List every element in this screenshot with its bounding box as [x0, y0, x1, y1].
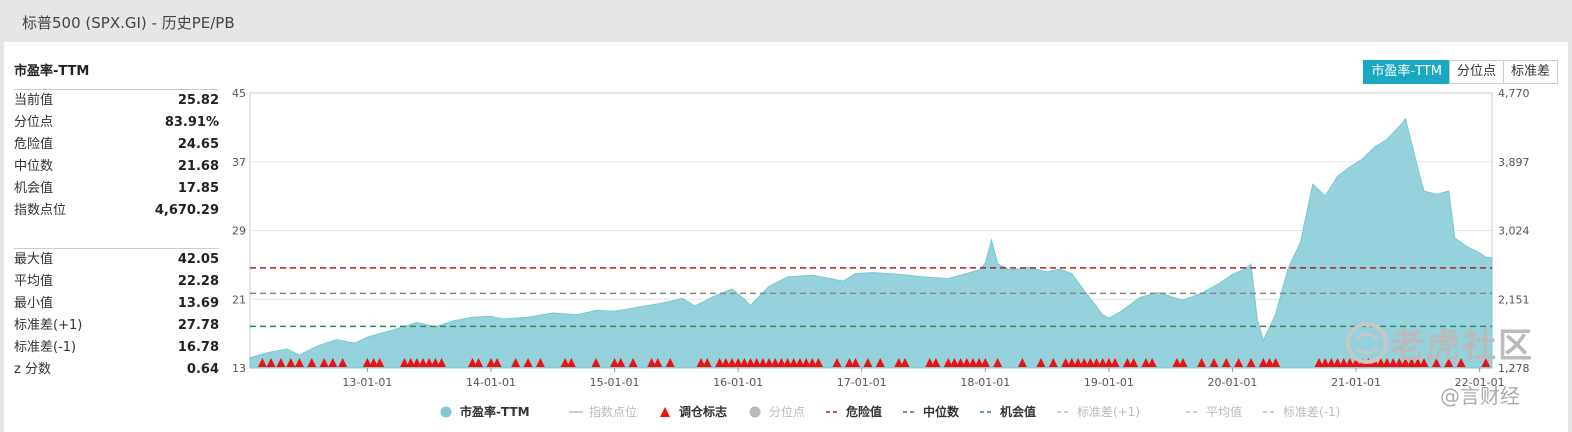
legend-label: 机会值 — [1000, 404, 1036, 419]
y-tick-right: 2,151 — [1498, 293, 1530, 306]
x-tick-label: 13-01-01 — [342, 376, 392, 389]
watermark: 老虎社区 — [1344, 318, 1534, 367]
window-title: 标普500 (SPX.GI) - 历史PE/PB — [22, 14, 235, 32]
legend-item: 市盈率-TTM — [440, 404, 530, 419]
legend-item: 调仓标志 — [660, 404, 727, 419]
main-panel: 市盈率-TTM 当前值 25.82 分位点 83.91% 危险值 24.65 中位数 2… — [4, 42, 1568, 432]
legend-label: 调仓标志 — [679, 404, 727, 419]
title-bar: 标普500 (SPX.GI) - 历史PE/PB — [0, 0, 1572, 42]
tiger-logo-icon — [1346, 321, 1388, 364]
y-tick-right: 3,897 — [1498, 156, 1530, 169]
x-tick-label: 15-01-01 — [590, 376, 640, 389]
legend-label: 指数点位 — [589, 404, 637, 419]
legend-label: 平均值 — [1206, 404, 1242, 419]
x-tick-label: 14-01-01 — [466, 376, 516, 389]
y-tick-left: 29 — [232, 225, 246, 238]
legend-item: 平均值 — [1186, 404, 1242, 419]
legend-label: 标准差(+1) — [1077, 405, 1140, 419]
legend-symbol — [660, 407, 670, 417]
x-tick-label: 21-01-01 — [1331, 376, 1381, 389]
legend-label: 标准差(-1) — [1283, 405, 1340, 419]
legend-symbol — [440, 406, 452, 418]
legend-item: 分位点 — [749, 404, 805, 419]
x-tick-label: 17-01-01 — [837, 376, 887, 389]
watermark-brand: 老虎社区 — [1390, 326, 1534, 366]
y-tick-left: 45 — [232, 87, 246, 100]
x-tick-label: 20-01-01 — [1208, 376, 1258, 389]
legend-item: 标准差(+1) — [1057, 405, 1140, 419]
legend-item: 机会值 — [980, 404, 1036, 419]
legend-item: 中位数 — [903, 404, 960, 419]
x-tick-label: 16-01-01 — [713, 376, 763, 389]
legend-item: 危险值 — [826, 404, 882, 419]
legend-label: 分位点 — [769, 404, 805, 419]
y-tick-left: 13 — [232, 362, 246, 375]
legend-label: 中位数 — [923, 404, 960, 419]
watermark-sub: @言财经 — [1440, 384, 1520, 408]
y-tick-left: 37 — [232, 156, 246, 169]
y-tick-right: 3,024 — [1498, 225, 1530, 238]
legend-label: 市盈率-TTM — [460, 404, 530, 419]
pe-chart: 45372921134,7703,8973,0242,1511,27813-01… — [232, 87, 1530, 419]
legend-item: 指数点位 — [569, 404, 637, 419]
legend-symbol — [749, 406, 761, 418]
legend-item: 标准差(-1) — [1263, 405, 1340, 419]
x-tick-label: 18-01-01 — [960, 376, 1010, 389]
y-tick-right: 4,770 — [1498, 87, 1530, 100]
y-tick-left: 21 — [232, 293, 246, 306]
pe-area-series — [249, 117, 1493, 369]
legend-label: 危险值 — [845, 404, 882, 419]
x-tick-label: 19-01-01 — [1084, 376, 1134, 389]
